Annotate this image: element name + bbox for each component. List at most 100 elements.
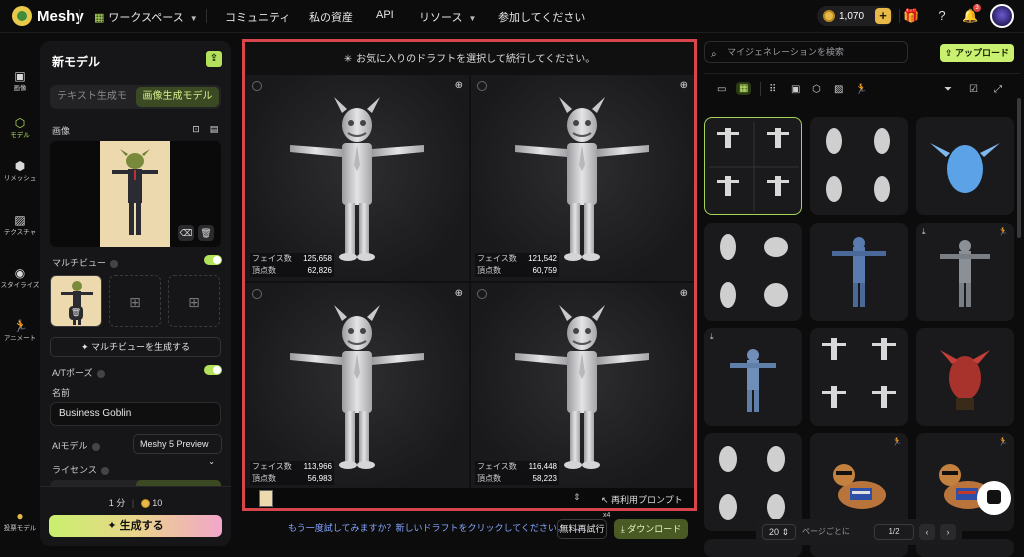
- select-radio[interactable]: [477, 81, 487, 91]
- add-credits-button[interactable]: +: [875, 8, 891, 24]
- nav-resources[interactable]: リソース ▼: [419, 9, 476, 25]
- draft-card-4[interactable]: ⊕ フェイス数 116,448 頂点数 58,223: [471, 283, 694, 489]
- multiview-toggle[interactable]: [204, 255, 222, 265]
- per-page-label: ページごとに: [802, 527, 850, 536]
- retry-hint-link[interactable]: もう一度試してみますか？新しいドラフトをクリックしてください。 →: [288, 521, 581, 534]
- fullscreen-icon[interactable]: ⤢: [994, 84, 1002, 95]
- trash-icon[interactable]: 🗑: [198, 225, 214, 241]
- info-icon[interactable]: [91, 442, 100, 451]
- chevron-updown-icon[interactable]: ⇕: [573, 492, 581, 503]
- rail-item-image[interactable]: ▣ 画像: [0, 69, 40, 93]
- rail-item-texture[interactable]: ▨ テクスチャ: [0, 213, 40, 237]
- chat-support-button[interactable]: [977, 481, 1011, 515]
- logo[interactable]: Meshy: [12, 6, 84, 26]
- divider: [704, 73, 1020, 74]
- generation-card[interactable]: ⤓: [704, 328, 802, 426]
- texture-filter-icon[interactable]: ▨: [834, 84, 843, 95]
- nav-join[interactable]: 参加してください: [498, 9, 585, 25]
- nav-api[interactable]: API: [376, 9, 394, 21]
- help-icon[interactable]: ?: [934, 8, 950, 24]
- download-icon[interactable]: ⤓: [710, 332, 714, 342]
- chevron-updown-icon: ⇕: [781, 527, 790, 537]
- image-filter-icon[interactable]: ▣: [791, 84, 800, 95]
- upload-button[interactable]: ⇪ アップロード: [940, 44, 1014, 62]
- select-radio[interactable]: [477, 289, 487, 299]
- multiview-slot-side[interactable]: ⊞: [109, 275, 161, 327]
- license-label-text: ライセンス: [52, 465, 97, 475]
- generation-card[interactable]: ⤓ 🏃: [916, 223, 1014, 321]
- info-icon[interactable]: [100, 466, 109, 475]
- reuse-prompt-button[interactable]: ↖ 再利用プロンプト: [601, 493, 683, 506]
- divider: [79, 9, 80, 23]
- camera-icon[interactable]: ⊡: [188, 121, 204, 137]
- draft-card-2[interactable]: ⊕ フェイス数 121,542 頂点数 60,759: [471, 75, 694, 281]
- grid-view-icon[interactable]: ▦: [736, 82, 752, 95]
- download-button[interactable]: ⤓ ダウンロード: [614, 519, 688, 539]
- prev-page-button[interactable]: ‹: [919, 524, 935, 540]
- rail-item-stylize[interactable]: ◉ スタイライズ: [0, 266, 40, 290]
- select-radio[interactable]: [252, 289, 262, 299]
- nav-workspace[interactable]: ▦ ワークスペース ▼: [94, 9, 198, 25]
- info-icon[interactable]: [96, 369, 105, 378]
- draft-card-1[interactable]: ⊕ フェイス数 125,658 頂点数 62,826: [246, 75, 469, 281]
- multiview-slot-back[interactable]: ⊞: [168, 275, 220, 327]
- generation-card[interactable]: [810, 223, 908, 321]
- animation-filter-icon[interactable]: 🏃: [855, 84, 867, 95]
- generation-card[interactable]: [916, 328, 1014, 426]
- all-items-icon[interactable]: ⠿: [769, 84, 776, 95]
- generation-card[interactable]: [916, 117, 1014, 215]
- folder-icon[interactable]: ▭: [717, 84, 726, 95]
- chevron-down-icon: ▼: [189, 14, 198, 23]
- generation-card[interactable]: [704, 223, 802, 321]
- gallery-icon[interactable]: ▤: [206, 121, 222, 137]
- nav-resources-label: リソース: [419, 12, 463, 24]
- reuse-prompt-label: 再利用プロンプト: [611, 495, 683, 505]
- nav-assets[interactable]: 私の資産: [309, 9, 353, 25]
- zoom-icon[interactable]: ⊕: [455, 80, 463, 91]
- dragon-preview: [930, 143, 1000, 193]
- download-icon[interactable]: ⤓: [922, 227, 926, 237]
- page-size-select[interactable]: 20 ⇕: [762, 524, 796, 540]
- eraser-icon[interactable]: ⌫: [178, 225, 194, 241]
- nav-community[interactable]: コミュニティ: [225, 9, 290, 25]
- model-filter-icon[interactable]: ⬡: [812, 84, 821, 95]
- zoom-icon[interactable]: ⊕: [455, 288, 463, 299]
- info-icon[interactable]: [110, 259, 119, 268]
- credit-balance[interactable]: 1,070 +: [817, 6, 893, 26]
- next-page-button[interactable]: ›: [940, 524, 956, 540]
- generation-card[interactable]: [810, 328, 908, 426]
- atpose-toggle[interactable]: [204, 365, 222, 375]
- select-all-icon[interactable]: ☑: [969, 84, 978, 95]
- generation-card[interactable]: 🏃: [810, 433, 908, 531]
- draft-card-3[interactable]: ⊕ フェイス数 113,966 頂点数 56,983: [246, 283, 469, 489]
- avatar[interactable]: [990, 4, 1014, 28]
- generation-card[interactable]: [810, 117, 908, 215]
- rail-item-model[interactable]: ⬡ モデル: [0, 116, 40, 140]
- filter-icon[interactable]: ⏷: [944, 84, 952, 95]
- gift-icon[interactable]: 🎁: [903, 8, 919, 24]
- rail-item-vote[interactable]: ● 投票モデル: [0, 509, 40, 533]
- atpose-label-text: A/Tポーズ: [52, 368, 93, 378]
- generation-card[interactable]: [704, 433, 802, 531]
- zoom-icon[interactable]: ⊕: [680, 80, 688, 91]
- generation-card[interactable]: [704, 117, 802, 215]
- name-input[interactable]: Business Goblin: [50, 402, 221, 426]
- scrollbar[interactable]: [1017, 98, 1021, 238]
- generate-button[interactable]: ✦ 生成する: [49, 515, 222, 537]
- ai-model-select[interactable]: Meshy 5 Preview ⌄: [133, 434, 222, 466]
- reference-thumbnail[interactable]: [259, 490, 273, 507]
- free-retry-button[interactable]: 無料再試行: [557, 519, 607, 539]
- zoom-icon[interactable]: ⊕: [680, 288, 688, 299]
- tab-image-to-model[interactable]: 画像生成モデル: [136, 87, 219, 107]
- image-dropzone[interactable]: ⌫ 🗑: [50, 141, 221, 247]
- multiview-slot-front[interactable]: 🗑: [50, 275, 102, 327]
- upload-icon[interactable]: ⇪: [206, 51, 222, 67]
- generate-multiview-button[interactable]: ✦ マルチビューを生成する: [50, 337, 221, 357]
- rail-item-animate[interactable]: 🏃 アニメート: [0, 319, 40, 343]
- remesh-icon: ⬢: [14, 159, 26, 173]
- select-radio[interactable]: [252, 81, 262, 91]
- rail-item-remesh[interactable]: ⬢ リメッシュ: [0, 159, 40, 183]
- trash-icon[interactable]: 🗑: [69, 306, 83, 320]
- tab-text-to-model[interactable]: テキスト生成モ: [50, 85, 134, 109]
- search-input[interactable]: ⌕ マイジェネレーションを検索: [704, 41, 908, 63]
